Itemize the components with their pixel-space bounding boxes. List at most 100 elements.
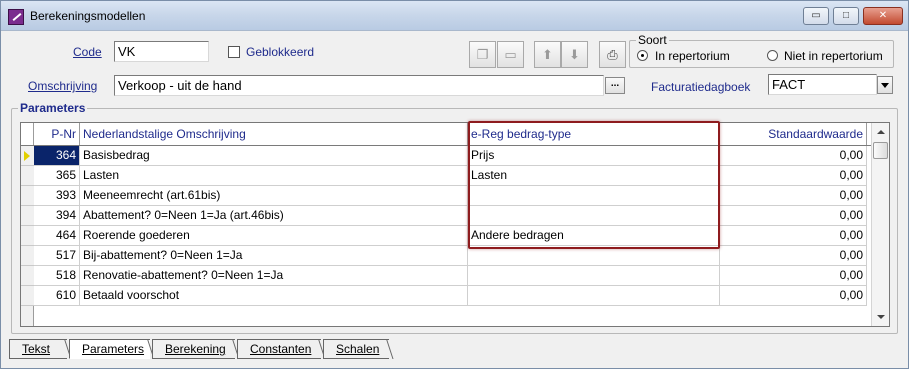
table-row[interactable]: 517 Bij-abattement? 0=Neen 1=Ja 0,00 [21, 246, 871, 266]
radio-niet-in-repertorium[interactable] [767, 50, 778, 61]
table-row[interactable]: 610 Betaald voorschot 0,00 [21, 286, 871, 306]
header-indicator [21, 123, 34, 145]
print-button[interactable]: ⎙ [599, 41, 626, 68]
cell-omschrijving[interactable]: Roerende goederen [80, 226, 468, 246]
cell-ereg-type[interactable]: Lasten [468, 166, 720, 186]
window: Berekeningsmodellen ▭ □ ✕ Code VK Geblok… [0, 0, 909, 369]
cell-p-nr[interactable]: 365 [34, 166, 80, 186]
cell-ereg-type[interactable] [468, 206, 720, 226]
scroll-up-icon[interactable] [872, 123, 889, 140]
omschrijving-browse-button[interactable]: ... [605, 77, 625, 94]
window-button[interactable]: ▭ [497, 41, 524, 68]
grid-vertical-scrollbar[interactable] [871, 123, 889, 326]
header-omschrijving[interactable]: Nederlandstalige Omschrijving [80, 123, 468, 145]
cell-p-nr[interactable]: 393 [34, 186, 80, 206]
facturatiedagboek-select[interactable]: FACT [768, 74, 877, 95]
tab-constanten[interactable]: Constanten [237, 339, 321, 359]
row-indicator[interactable] [21, 266, 34, 286]
tab-label: Constanten [250, 342, 312, 356]
header-p-nr[interactable]: P-Nr [34, 123, 80, 145]
row-indicator[interactable] [21, 186, 34, 206]
tab-berekening[interactable]: Berekening [152, 339, 235, 359]
move-down-button[interactable]: ⬇ [561, 41, 588, 68]
cell-standaardwaarde[interactable]: 0,00 [720, 286, 867, 306]
radio-in-repertorium[interactable] [637, 50, 648, 61]
tab-label: Schalen [336, 342, 380, 356]
tab-tekst[interactable]: Tekst [9, 339, 67, 359]
cell-ereg-type[interactable] [468, 266, 720, 286]
radio-in-repertorium-label: In repertorium [655, 49, 730, 63]
tab-label: Berekening [165, 342, 226, 356]
cell-p-nr[interactable]: 464 [34, 226, 80, 246]
cell-omschrijving[interactable]: Bij-abattement? 0=Neen 1=Ja [80, 246, 468, 266]
scroll-thumb[interactable] [873, 142, 888, 159]
cell-ereg-type[interactable] [468, 186, 720, 206]
facturatiedagboek-dropdown-button[interactable] [877, 76, 893, 94]
table-row[interactable]: 518 Renovatie-abattement? 0=Neen 1=Ja 0,00 [21, 266, 871, 286]
row-indicator[interactable] [21, 226, 34, 246]
scroll-down-icon[interactable] [872, 309, 889, 326]
cell-standaardwaarde[interactable]: 0,00 [720, 266, 867, 286]
minimize-button[interactable]: ▭ [803, 7, 829, 25]
cell-standaardwaarde[interactable]: 0,00 [720, 246, 867, 266]
cell-p-nr[interactable]: 610 [34, 286, 80, 306]
tab-bar: Tekst Parameters Berekening Constanten Schal… [9, 339, 709, 360]
row-indicator[interactable] [21, 166, 34, 186]
table-row[interactable]: 364 Basisbedrag Prijs 0,00 [21, 146, 871, 166]
cell-ereg-type[interactable]: Andere bedragen [468, 226, 720, 246]
title-bar: Berekeningsmodellen ▭ □ ✕ [1, 1, 908, 31]
cell-omschrijving[interactable]: Lasten [80, 166, 468, 186]
row-indicator[interactable] [21, 286, 34, 306]
tab-schalen[interactable]: Schalen [323, 339, 389, 359]
omschrijving-label: Omschrijving [28, 79, 98, 93]
facturatiedagboek-label: Facturatiedagboek [651, 80, 751, 94]
tab-parameters[interactable]: Parameters [69, 339, 150, 359]
cell-ereg-type[interactable] [468, 246, 720, 266]
copy-icon: ❐ [476, 46, 489, 62]
window-icon: ▭ [504, 46, 517, 62]
cell-standaardwaarde[interactable]: 0,00 [720, 186, 867, 206]
cell-omschrijving[interactable]: Meeneemrecht (art.61bis) [80, 186, 468, 206]
geblokkeerd-checkbox[interactable] [228, 46, 240, 58]
copy-button[interactable]: ❐ [469, 41, 496, 68]
code-input[interactable]: VK [114, 41, 209, 62]
close-button[interactable]: ✕ [863, 7, 903, 25]
row-indicator[interactable] [21, 246, 34, 266]
cell-ereg-type[interactable]: Prijs [468, 146, 720, 166]
cell-ereg-type[interactable] [468, 286, 720, 306]
table-row[interactable]: 365 Lasten Lasten 0,00 [21, 166, 871, 186]
cell-standaardwaarde[interactable]: 0,00 [720, 206, 867, 226]
omschrijving-input[interactable]: Verkoop - uit de hand [114, 75, 604, 96]
maximize-button[interactable]: □ [833, 7, 859, 25]
up-arrow-icon: ⬆ [542, 46, 553, 62]
cell-standaardwaarde[interactable]: 0,00 [720, 166, 867, 186]
code-label: Code [73, 45, 102, 59]
tab-label: Parameters [82, 342, 145, 356]
down-arrow-icon: ⬇ [569, 46, 580, 62]
cell-p-nr[interactable]: 364 [34, 146, 80, 166]
cell-standaardwaarde[interactable]: 0,00 [720, 146, 867, 166]
table-row[interactable]: 464 Roerende goederen Andere bedragen 0,00 [21, 226, 871, 246]
cell-p-nr[interactable]: 518 [34, 266, 80, 286]
parameters-title: Parameters [18, 101, 88, 115]
cell-omschrijving[interactable]: Renovatie-abattement? 0=Neen 1=Ja [80, 266, 468, 286]
tab-label: Tekst [22, 342, 51, 356]
move-up-button[interactable]: ⬆ [534, 41, 561, 68]
cell-p-nr[interactable]: 394 [34, 206, 80, 226]
row-indicator[interactable] [21, 146, 34, 166]
cell-omschrijving[interactable]: Basisbedrag [80, 146, 468, 166]
cell-omschrijving[interactable]: Abattement? 0=Neen 1=Ja (art.46bis) [80, 206, 468, 226]
table-row[interactable]: 394 Abattement? 0=Neen 1=Ja (art.46bis) 0,… [21, 206, 871, 226]
cell-p-nr[interactable]: 517 [34, 246, 80, 266]
table-row[interactable]: 393 Meeneemrecht (art.61bis) 0,00 [21, 186, 871, 206]
header-ereg-type[interactable]: e-Reg bedrag-type [468, 123, 720, 145]
current-row-pointer-icon [24, 151, 30, 161]
parameters-grid[interactable]: P-Nr Nederlandstalige Omschrijving e-Reg… [20, 122, 890, 327]
radio-niet-in-repertorium-label: Niet in repertorium [784, 49, 883, 63]
header-standaardwaarde[interactable]: Standaardwaarde [720, 123, 867, 145]
row-indicator[interactable] [21, 206, 34, 226]
cell-omschrijving[interactable]: Betaald voorschot [80, 286, 468, 306]
grid-header: P-Nr Nederlandstalige Omschrijving e-Reg… [21, 123, 871, 146]
cell-standaardwaarde[interactable]: 0,00 [720, 226, 867, 246]
print-icon: ⎙ [607, 46, 618, 62]
